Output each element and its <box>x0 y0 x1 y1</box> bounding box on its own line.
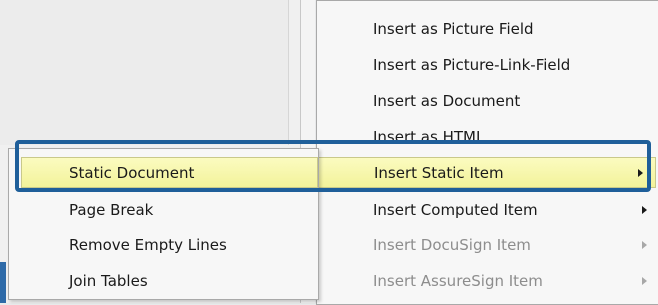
submenu-arrow-icon <box>642 241 647 249</box>
menu-item-join-tables[interactable]: Join Tables <box>9 266 318 297</box>
menu-item-insert-as-document[interactable]: Insert as Document <box>317 86 658 117</box>
submenu-arrow-icon <box>642 206 647 214</box>
menu-item-label: Remove Empty Lines <box>69 236 227 254</box>
menu-item-insert-picture-field[interactable]: Insert as Picture Field <box>317 14 658 45</box>
menu-item-label: Insert as Picture Field <box>373 20 534 38</box>
menu-item-label: Join Tables <box>69 272 148 290</box>
menu-item-label: Insert as Document <box>373 92 521 110</box>
highlight-callout-frame <box>15 140 651 192</box>
menu-item-insert-assuresign-item: Insert AssureSign Item <box>317 266 658 297</box>
menu-item-label: Insert as Picture-Link-Field <box>373 56 571 74</box>
submenu-arrow-icon <box>642 277 647 285</box>
menu-item-label: Insert DocuSign Item <box>373 236 531 254</box>
window-edge <box>0 262 6 303</box>
menu-item-insert-picture-link-field[interactable]: Insert as Picture-Link-Field <box>317 50 658 81</box>
menu-item-label: Insert AssureSign Item <box>373 272 543 290</box>
menu-item-label: Insert Computed Item <box>373 201 538 219</box>
menu-item-insert-computed-item[interactable]: Insert Computed Item <box>317 195 658 226</box>
menu-item-page-break[interactable]: Page Break <box>9 195 318 226</box>
menu-item-remove-empty-lines[interactable]: Remove Empty Lines <box>9 230 318 261</box>
menu-item-insert-docusign-item: Insert DocuSign Item <box>317 230 658 261</box>
background-panel <box>0 0 289 145</box>
menu-item-label: Page Break <box>69 201 154 219</box>
